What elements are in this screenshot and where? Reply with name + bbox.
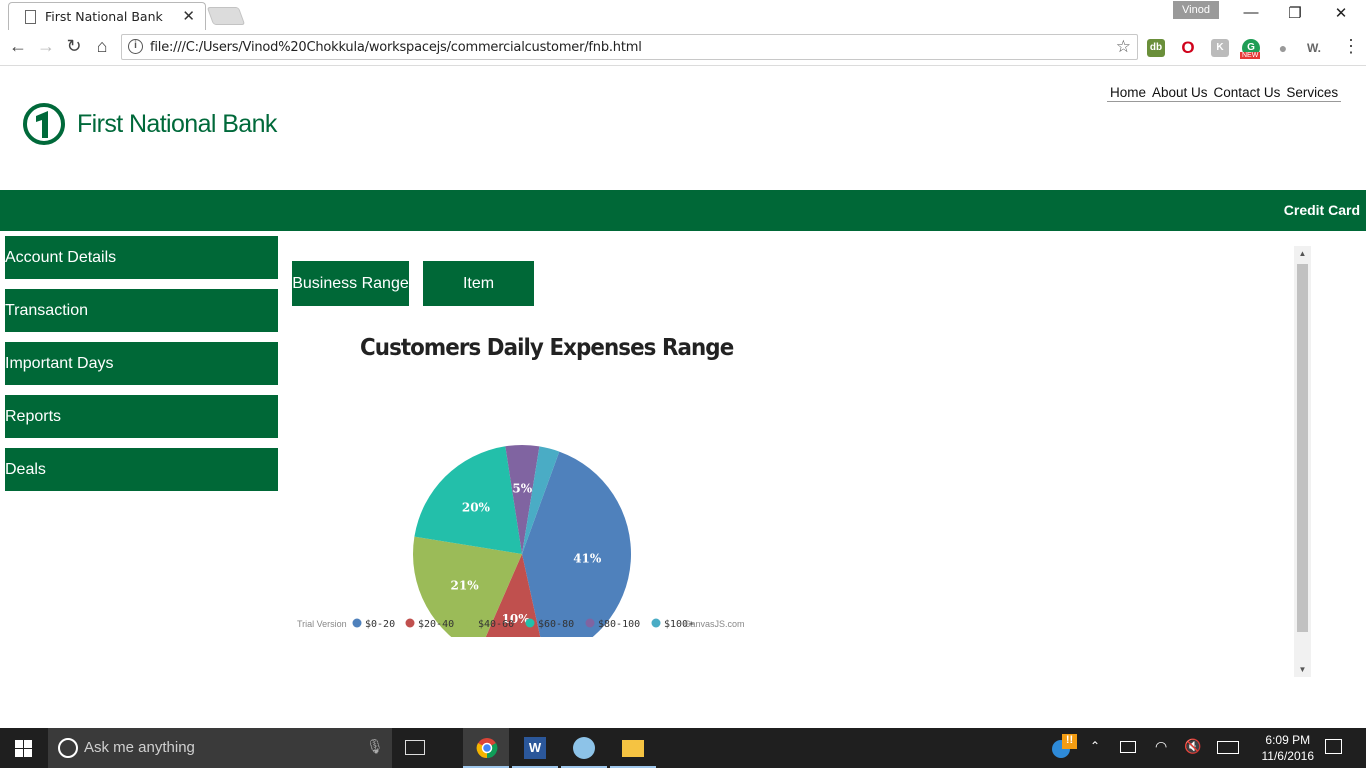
microphone-icon[interactable]: 🎙 [366,738,384,755]
scroll-down-icon[interactable]: ▼ [1294,665,1311,674]
nav-services[interactable]: Services [1283,85,1341,101]
action-center-icon[interactable] [1325,739,1342,754]
legend-marker [465,618,475,628]
top-nav: Home About Us Contact Us Services [1107,85,1342,102]
legend-marker [352,618,362,628]
word-taskbar-icon[interactable]: W [512,728,558,768]
new-badge: NEW [1240,52,1261,59]
legend-marker [651,618,661,628]
profile-badge[interactable]: Vinod [1173,1,1219,19]
address-bar[interactable]: i file:///C:/Users/Vinod%20Chokkula/work… [121,34,1138,60]
windows-taskbar: Ask me anything 🎙 W !! ⌃ ◠ 🔇 6:09 PM 11/… [0,728,1366,768]
green-banner: Credit Card [0,190,1366,231]
logo-text: First National Bank [77,110,277,138]
canvasjs-watermark: CanvasJS.com [684,619,745,629]
document-icon [25,10,36,24]
chrome-taskbar-icon[interactable] [463,728,509,768]
pie-chart: 41%10%21%20%5%Trial Version $0-20 $20-40 $4… [297,445,745,637]
pie-label: 21% [451,578,480,592]
browser-toolbar: ← → ↻ ⌂ i file:///C:/Users/Vinod%20Chokk… [0,30,1366,66]
close-tab-icon[interactable]: ✕ [182,7,195,25]
legend-item[interactable]: $80-100 [598,619,640,630]
wifi-icon[interactable]: ◠ [1155,738,1167,755]
minimize-icon[interactable]: — [1236,4,1266,21]
legend-marker [585,618,595,628]
legend-marker [525,618,535,628]
trial-version-watermark: Trial Version [297,619,347,629]
bank-logo-icon [23,103,65,145]
file-explorer-taskbar-icon[interactable] [610,728,656,768]
browser-titlebar: First National Bank ✕ Vinod — ❐ ✕ [0,0,1366,30]
extension-db-icon[interactable]: db [1147,39,1165,57]
clock-date: 11/6/2016 [1261,749,1315,763]
back-icon[interactable]: ← [7,36,29,57]
new-tab-button[interactable] [206,7,246,25]
restore-icon[interactable]: ❐ [1280,4,1310,22]
extension-pin-icon[interactable]: ● [1274,39,1292,57]
cortana-search[interactable]: Ask me anything 🎙 [48,728,392,768]
windows-start-icon[interactable] [15,740,32,757]
extension-k-icon[interactable]: K [1211,39,1229,57]
reload-icon[interactable]: ↻ [63,36,85,57]
cortana-icon [58,738,78,758]
page-scrollbar[interactable]: ▲ ▼ [1294,246,1311,677]
task-view-icon[interactable] [405,740,425,755]
sidebar-account-details[interactable]: Account Details [5,236,278,279]
show-hidden-icons-icon[interactable]: ⌃ [1090,739,1100,753]
page-content: First National Bank Home About Us Contac… [0,67,1366,728]
scroll-up-icon[interactable]: ▲ [1294,249,1311,258]
bookmark-star-icon[interactable]: ☆ [1116,37,1131,57]
pie-label: 5% [512,482,532,496]
legend-item[interactable]: $20-40 [418,619,454,630]
nav-contact-us[interactable]: Contact Us [1211,85,1284,101]
close-window-icon[interactable]: ✕ [1326,4,1356,22]
browser-tab[interactable]: First National Bank ✕ [8,2,206,30]
legend-item[interactable]: $40-60 [478,619,514,630]
keyboard-icon[interactable] [1217,741,1239,754]
url-text: file:///C:/Users/Vinod%20Chokkula/worksp… [150,40,642,55]
nav-about-us[interactable]: About Us [1149,85,1211,101]
chart-title: Customers Daily Expenses Range [360,335,734,361]
pie-label: 20% [462,501,491,515]
scrollbar-thumb[interactable] [1297,264,1308,632]
system-clock[interactable]: 6:09 PM 11/6/2016 [1262,732,1315,764]
battery-icon[interactable] [1120,741,1136,753]
paint-taskbar-icon[interactable] [561,728,607,768]
opera-icon[interactable]: O [1179,39,1197,57]
sidebar-transaction[interactable]: Transaction [5,289,278,332]
legend-item[interactable]: $0-20 [365,619,395,630]
sidebar-deals[interactable]: Deals [5,448,278,491]
info-icon[interactable]: i [128,39,143,54]
legend-marker [405,618,415,628]
pie-label: 41% [573,551,602,565]
alert-icon[interactable]: !! [1062,734,1077,749]
menu-icon[interactable]: ⋮ [1340,36,1362,57]
legend-item[interactable]: $60-80 [538,619,574,630]
volume-muted-icon[interactable]: 🔇 [1184,738,1201,755]
nav-home[interactable]: Home [1107,85,1149,101]
search-placeholder: Ask me anything [84,739,195,756]
tab-title: First National Bank [45,9,163,24]
extension-w-icon[interactable]: W. [1305,39,1323,57]
clock-time: 6:09 PM [1265,733,1311,747]
credit-card-link[interactable]: Credit Card [1284,202,1360,218]
sidebar-important-days[interactable]: Important Days [5,342,278,385]
sidebar-reports[interactable]: Reports [5,395,278,438]
forward-icon[interactable]: → [35,36,57,57]
tab-business-range[interactable]: Business Range [292,261,409,306]
tab-item-frequency[interactable]: Item Frequency [423,261,534,337]
home-icon[interactable]: ⌂ [91,36,113,57]
